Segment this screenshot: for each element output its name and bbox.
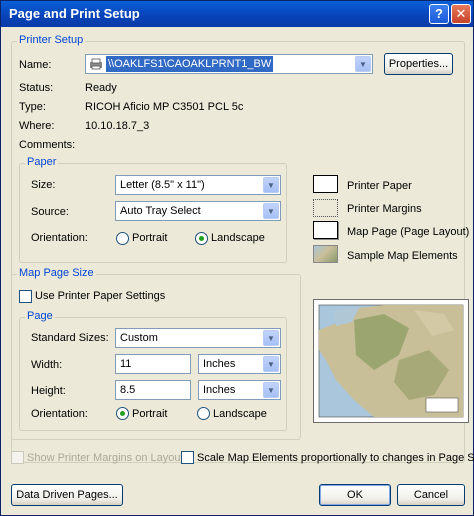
paper-portrait-radio[interactable] xyxy=(116,232,129,245)
title-bar[interactable]: Page and Print Setup ? ✕ xyxy=(1,1,473,27)
chevron-down-icon[interactable]: ▼ xyxy=(263,177,279,193)
page-print-setup-dialog: Page and Print Setup ? ✕ Printer Setup N… xyxy=(0,0,474,516)
page-portrait-radio[interactable] xyxy=(116,407,129,420)
paper-group-label: Paper xyxy=(25,156,59,168)
printer-icon xyxy=(89,58,103,70)
paper-orientation-label: Orientation: xyxy=(31,232,88,244)
help-icon: ? xyxy=(435,6,443,21)
paper-size-label: Size: xyxy=(31,179,56,191)
chevron-down-icon[interactable]: ▼ xyxy=(263,382,279,398)
paper-size-value: Letter (8.5" x 11") xyxy=(120,179,205,191)
status-label: Status: xyxy=(19,82,54,94)
printer-name-select[interactable]: \\OAKLFS1\CAOAKLPRNT1_BW ▼ xyxy=(85,54,373,74)
height-label: Height: xyxy=(31,385,66,397)
standard-sizes-select[interactable]: Custom ▼ xyxy=(115,328,281,348)
show-margins-checkbox[interactable] xyxy=(11,451,24,464)
standard-sizes-value: Custom xyxy=(120,332,158,344)
map-preview xyxy=(313,299,469,423)
standard-sizes-label: Standard Sizes: xyxy=(31,332,109,344)
paper-landscape-radio[interactable] xyxy=(195,232,208,245)
width-units-select[interactable]: Inches ▼ xyxy=(198,354,281,374)
close-button[interactable]: ✕ xyxy=(451,4,471,24)
scale-elements-checkbox[interactable] xyxy=(181,451,194,464)
comments-label: Comments: xyxy=(19,139,76,151)
close-icon: ✕ xyxy=(455,6,467,21)
printer-setup-label: Printer Setup xyxy=(17,34,86,46)
show-margins-label[interactable]: Show Printer Margins on Layout xyxy=(27,452,184,464)
width-value: 11 xyxy=(120,358,132,370)
map-page-swatch xyxy=(313,221,338,239)
page-group-label: Page xyxy=(25,310,55,322)
type-value: RICOH Aficio MP C3501 PCL 5c xyxy=(85,101,244,113)
sample-map-elements-swatch xyxy=(313,245,338,263)
width-label: Width: xyxy=(31,359,63,371)
paper-source-select[interactable]: Auto Tray Select ▼ xyxy=(115,201,281,221)
map-page-size-label: Map Page Size xyxy=(17,267,96,279)
status-value: Ready xyxy=(85,82,117,94)
where-value: 10.10.18.7_3 xyxy=(85,120,150,132)
height-value: 8.5 xyxy=(120,384,136,396)
printer-margins-legend-label: Printer Margins xyxy=(347,203,422,215)
paper-size-select[interactable]: Letter (8.5" x 11") ▼ xyxy=(115,175,281,195)
height-units-value: Inches xyxy=(203,384,236,396)
properties-button[interactable]: Properties... xyxy=(384,53,453,75)
type-label: Type: xyxy=(19,101,46,113)
ok-button[interactable]: OK xyxy=(319,484,391,506)
scale-elements-label[interactable]: Scale Map Elements proportionally to cha… xyxy=(197,452,474,464)
height-input[interactable]: 8.5 xyxy=(115,380,191,400)
paper-source-label: Source: xyxy=(31,206,69,218)
paper-source-value: Auto Tray Select xyxy=(120,205,201,217)
map-preview-image xyxy=(314,300,468,422)
paper-portrait-label[interactable]: Portrait xyxy=(132,232,167,244)
chevron-down-icon[interactable]: ▼ xyxy=(263,356,279,372)
window-title: Page and Print Setup xyxy=(9,6,140,21)
width-units-value: Inches xyxy=(203,358,236,370)
map-page-legend-label: Map Page (Page Layout) xyxy=(347,226,470,238)
printer-margins-swatch xyxy=(313,199,338,217)
page-portrait-label[interactable]: Portrait xyxy=(132,408,167,420)
help-button[interactable]: ? xyxy=(429,4,449,24)
where-label: Where: xyxy=(19,120,55,132)
chevron-down-icon[interactable]: ▼ xyxy=(263,330,279,346)
paper-landscape-label[interactable]: Landscape xyxy=(211,232,265,244)
height-units-select[interactable]: Inches ▼ xyxy=(198,380,281,400)
sample-map-elements-legend-label: Sample Map Elements xyxy=(347,250,458,262)
width-input[interactable]: 11 xyxy=(115,354,191,374)
chevron-down-icon[interactable]: ▼ xyxy=(355,56,371,72)
printer-name-value: \\OAKLFS1\CAOAKLPRNT1_BW xyxy=(106,56,274,72)
use-printer-paper-label[interactable]: Use Printer Paper Settings xyxy=(35,290,165,302)
page-landscape-radio[interactable] xyxy=(197,407,210,420)
printer-name-label: Name: xyxy=(19,59,52,71)
page-landscape-label[interactable]: Landscape xyxy=(213,408,267,420)
page-orientation-label: Orientation: xyxy=(31,408,88,420)
printer-paper-swatch xyxy=(313,175,338,193)
chevron-down-icon[interactable]: ▼ xyxy=(263,203,279,219)
data-driven-pages-button[interactable]: Data Driven Pages... xyxy=(11,484,123,506)
printer-paper-legend-label: Printer Paper xyxy=(347,180,412,192)
use-printer-paper-checkbox[interactable] xyxy=(19,290,32,303)
cancel-button[interactable]: Cancel xyxy=(397,484,465,506)
